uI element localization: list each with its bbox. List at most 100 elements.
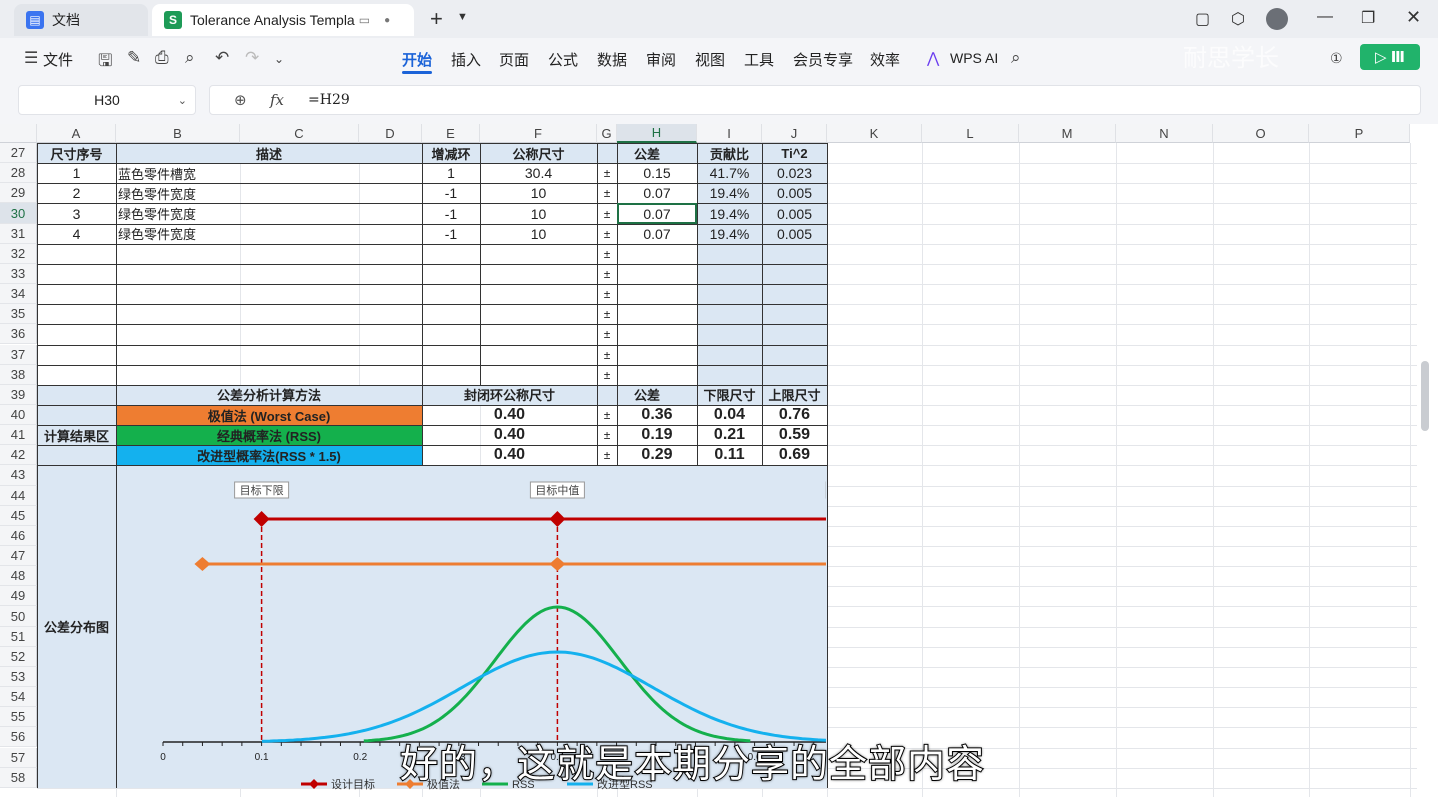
row-header-39[interactable]: 39 (0, 384, 37, 405)
menu-formula[interactable]: 公式 (548, 49, 578, 70)
row-header-58[interactable]: 58 (0, 767, 37, 788)
cell-reference: H30 (94, 92, 120, 108)
gridline-v (1213, 143, 1214, 797)
new-tab-icon[interactable]: + (430, 6, 443, 32)
save-icon[interactable]: 🖫 (98, 48, 112, 77)
menu-file[interactable]: 文件 (43, 49, 73, 70)
row-header-40[interactable]: 40 (0, 404, 37, 426)
restore-icon[interactable]: ❐ (1361, 8, 1375, 28)
row-header-32[interactable]: 32 (0, 243, 37, 264)
search-icon[interactable]: ⌕ (1011, 48, 1021, 68)
row-header-57[interactable]: 57 (0, 747, 37, 768)
active-cell-cursor[interactable] (617, 203, 697, 224)
menu-view[interactable]: 视图 (695, 49, 725, 70)
column-header-h[interactable]: H (617, 124, 697, 143)
results-header-closed: 封闭环公称尺寸 (463, 388, 555, 404)
row-header-54[interactable]: 54 (0, 687, 37, 708)
fx-icon[interactable]: fx (270, 91, 284, 109)
row-header-55[interactable]: 55 (0, 707, 37, 728)
row-header-41[interactable]: 41 (0, 425, 37, 446)
row-header-52[interactable]: 52 (0, 646, 37, 667)
column-header-f[interactable]: F (480, 124, 597, 143)
chevron-down-icon[interactable]: ▼ (457, 11, 468, 23)
row-header-48[interactable]: 48 (0, 566, 37, 587)
row-header-37[interactable]: 37 (0, 344, 37, 365)
menu-wps-ai[interactable]: WPS AI (950, 50, 998, 66)
name-box[interactable]: H30 ⌄ (18, 85, 196, 115)
column-header-g[interactable]: G (597, 124, 617, 143)
player-badge: ▷ Ⅲ (1360, 44, 1420, 70)
tab-documents[interactable]: ▤ 文档 (14, 4, 148, 36)
formula-input[interactable]: ⊕ fx =H29 (209, 85, 1421, 115)
print-preview-icon[interactable]: ⌕ (185, 48, 195, 68)
menu-page[interactable]: 页面 (499, 49, 529, 70)
column-header-p[interactable]: P (1309, 124, 1410, 143)
hamburger-icon[interactable]: ☰ (24, 48, 38, 68)
notification-icon[interactable]: ① (1330, 50, 1343, 67)
window-layout-icon[interactable]: ▢ (1195, 9, 1210, 29)
row-header-47[interactable]: 47 (0, 546, 37, 567)
row-header-51[interactable]: 51 (0, 626, 37, 647)
row-header-29[interactable]: 29 (0, 183, 37, 204)
menu-member[interactable]: 会员专享 (793, 49, 853, 70)
row-header-50[interactable]: 50 (0, 606, 37, 627)
column-header-d[interactable]: D (359, 124, 422, 143)
undo-icon[interactable]: ↶ (215, 48, 229, 68)
menu-efficiency[interactable]: 效率 (870, 49, 900, 70)
cell-desc: 绿色零件宽度 (118, 207, 197, 222)
row-header-31[interactable]: 31 (0, 223, 37, 244)
row-header-56[interactable]: 56 (0, 727, 37, 748)
column-header-k[interactable]: K (827, 124, 922, 143)
row-header-53[interactable]: 53 (0, 666, 37, 688)
row-header-30[interactable]: 30 (0, 203, 37, 224)
menu-tools[interactable]: 工具 (744, 49, 774, 70)
menu-insert[interactable]: 插入 (451, 49, 481, 70)
column-header-j[interactable]: J (762, 124, 827, 143)
row-header-28[interactable]: 28 (0, 163, 37, 184)
chevron-down-icon[interactable]: ⌄ (178, 94, 187, 107)
column-header-m[interactable]: M (1019, 124, 1116, 143)
column-header-e[interactable]: E (422, 124, 480, 143)
column-header-i[interactable]: I (697, 124, 762, 143)
chevron-down-icon[interactable]: ⌄ (274, 52, 284, 66)
unsaved-dot-icon[interactable]: ● (384, 15, 390, 26)
print-icon[interactable]: ⎙ (155, 48, 169, 68)
avatar[interactable] (1266, 8, 1288, 30)
minimize-icon[interactable]: — (1317, 8, 1333, 26)
close-icon[interactable]: ✕ (1406, 7, 1421, 28)
row-header-34[interactable]: 34 (0, 284, 37, 305)
row-header-45[interactable]: 45 (0, 505, 37, 526)
column-header-n[interactable]: N (1116, 124, 1213, 143)
border-v (116, 143, 117, 385)
border-v (827, 384, 828, 466)
border-h (37, 445, 827, 447)
row-header-33[interactable]: 33 (0, 263, 37, 285)
tab-spreadsheet[interactable]: S Tolerance Analysis Templa ▭ ● (152, 4, 414, 36)
row-header-42[interactable]: 42 (0, 445, 37, 466)
row-header-46[interactable]: 46 (0, 525, 37, 546)
menu-data[interactable]: 数据 (597, 49, 627, 70)
results-header-method: 公差分析计算方法 (216, 388, 321, 404)
column-header-a[interactable]: A (37, 124, 116, 143)
column-header-c[interactable]: C (240, 124, 359, 143)
vertical-scrollbar[interactable] (1421, 361, 1429, 431)
row-header-36[interactable]: 36 (0, 324, 37, 345)
format-painter-icon[interactable]: ✎ (127, 48, 141, 68)
row-header-49[interactable]: 49 (0, 586, 37, 607)
zoom-icon[interactable]: ⊕ (234, 91, 247, 109)
cell-seq: 2 (72, 185, 81, 202)
menu-review[interactable]: 审阅 (646, 49, 676, 70)
row-header-38[interactable]: 38 (0, 364, 37, 385)
row-header-35[interactable]: 35 (0, 304, 37, 325)
spreadsheet-grid[interactable]: ABCDEFGHIJKLMNOP 27 28 29 30 31 32 33 34 35 36 37 3… (0, 124, 1438, 797)
column-header-b[interactable]: B (116, 124, 240, 143)
select-all-corner[interactable] (0, 124, 37, 143)
redo-icon[interactable]: ↷ (245, 48, 259, 68)
row-header-27[interactable]: 27 (0, 143, 37, 164)
menu-home[interactable]: 开始 (402, 49, 432, 70)
column-header-o[interactable]: O (1213, 124, 1309, 143)
row-header-44[interactable]: 44 (0, 485, 37, 506)
column-header-l[interactable]: L (922, 124, 1019, 143)
row-header-43[interactable]: 43 (0, 465, 37, 486)
cube-icon[interactable]: ⬡ (1231, 9, 1245, 29)
